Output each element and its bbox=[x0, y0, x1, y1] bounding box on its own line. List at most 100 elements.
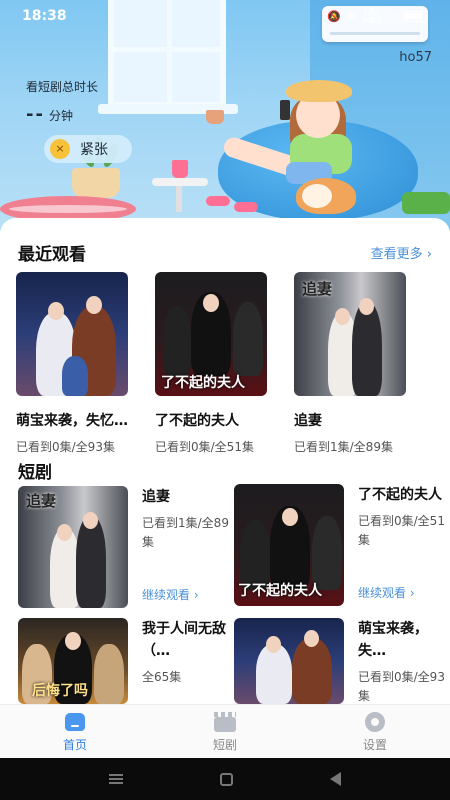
battery-icon bbox=[404, 10, 428, 22]
poster-title-text: 后悔了吗 bbox=[32, 683, 88, 699]
side-table-leg bbox=[176, 186, 182, 212]
drama-poster: 了不起的夫人 bbox=[234, 484, 344, 606]
drama-poster: 了不起的夫人 bbox=[155, 272, 267, 396]
poster-face bbox=[83, 512, 98, 529]
drama-info: 追妻 已看到1集/全89集 bbox=[142, 486, 232, 552]
recent-item-progress: 已看到1集/全89集 bbox=[294, 440, 393, 454]
recent-item-progress: 已看到0集/全93集 bbox=[16, 440, 115, 454]
recent-section-title: 最近观看 bbox=[18, 245, 86, 265]
drama-title: 我于人间无敌（… bbox=[142, 621, 226, 659]
poster-title-text: 追妻 bbox=[26, 492, 57, 510]
watch-time-value: -- 分钟 bbox=[26, 104, 73, 125]
poster-face bbox=[203, 294, 219, 312]
drama-section-header: 短剧 bbox=[18, 458, 432, 483]
poster-figure bbox=[94, 644, 124, 704]
recent-item-title: 追妻 bbox=[294, 413, 322, 429]
mood-chip[interactable]: × 紧张 bbox=[44, 135, 132, 163]
poster-figure bbox=[62, 356, 88, 396]
drama-progress: 已看到0集/全93集 bbox=[358, 670, 445, 703]
home-button-icon[interactable] bbox=[219, 772, 233, 786]
drama-section-title: 短剧 bbox=[18, 463, 52, 483]
clapperboard-icon bbox=[212, 711, 238, 733]
nervous-face-icon: × bbox=[50, 139, 70, 159]
poster-face bbox=[335, 308, 350, 325]
shoe-illustration bbox=[234, 202, 258, 212]
drama-progress: 全65集 bbox=[142, 670, 182, 684]
poster-face bbox=[65, 632, 81, 650]
watch-time-number: -- bbox=[26, 104, 45, 125]
network-speed: 3.50 MB/S bbox=[362, 7, 383, 25]
drama-item[interactable]: 后悔了吗 我于人间无敌（… 全65集 bbox=[18, 618, 234, 704]
drama-info: 了不起的夫人 已看到0集/全51集 bbox=[358, 484, 448, 550]
mood-label: 紧张 bbox=[80, 142, 108, 158]
main-content: 最近观看 查看更多 › 萌宝来袭，失忆… 已看到0集/全93集 了不起的夫人 了… bbox=[0, 218, 450, 704]
poster-title-text: 了不起的夫人 bbox=[238, 583, 322, 599]
status-time: 18:38 bbox=[22, 8, 67, 24]
dog-face bbox=[302, 184, 332, 208]
drama-item[interactable]: 萌宝来袭，失… 已看到0集/全93集 bbox=[234, 618, 450, 704]
poster-figure bbox=[312, 516, 342, 590]
recent-item-title: 了不起的夫人 bbox=[155, 413, 239, 429]
shoe-illustration bbox=[206, 196, 230, 206]
bottom-tab-bar: 首页 短剧 设置 bbox=[0, 704, 450, 758]
back-icon[interactable] bbox=[330, 772, 342, 786]
drama-poster: 追妻 bbox=[18, 486, 128, 608]
drama-progress: 已看到1集/全89集 bbox=[142, 516, 229, 549]
poster-title-text: 了不起的夫人 bbox=[161, 375, 245, 391]
tab-home[interactable]: 首页 bbox=[0, 705, 150, 758]
poster-face bbox=[48, 302, 64, 320]
poster-face bbox=[359, 298, 374, 315]
poster-face bbox=[304, 630, 319, 647]
drama-title: 了不起的夫人 bbox=[358, 487, 442, 503]
tab-label: 首页 bbox=[62, 737, 87, 752]
watch-time-unit: 分钟 bbox=[48, 109, 73, 123]
poster-title-text: 追妻 bbox=[302, 280, 333, 298]
recent-section-header: 最近观看 查看更多 › bbox=[18, 240, 432, 265]
shelf-illustration bbox=[402, 192, 450, 214]
side-table-illustration bbox=[152, 178, 208, 186]
poster-face bbox=[266, 636, 281, 653]
recent-item[interactable]: 了不起的夫人 了不起的夫人 已看到0集/全51集 bbox=[155, 272, 285, 455]
recent-item-title: 萌宝来袭，失忆… bbox=[16, 413, 128, 429]
girl-hat bbox=[286, 80, 352, 102]
gear-icon bbox=[362, 711, 388, 733]
wifi-icon: ◠ bbox=[388, 9, 398, 23]
drama-item[interactable]: 了不起的夫人 了不起的夫人 已看到0集/全51集 继续观看 › bbox=[234, 484, 450, 610]
bluetooth-icon: ✱ bbox=[347, 9, 357, 23]
status-icons: 🔕 ✱ 3.50 MB/S ◠ bbox=[327, 7, 428, 25]
poster-figure bbox=[163, 306, 191, 376]
drama-info: 萌宝来袭，失… 已看到0集/全93集 bbox=[358, 618, 448, 704]
home-icon bbox=[62, 711, 88, 733]
drama-title: 追妻 bbox=[142, 489, 170, 505]
poster-figure bbox=[76, 516, 106, 608]
status-bar: 18:38 🔕 ✱ 3.50 MB/S ◠ bbox=[0, 0, 450, 32]
tab-label: 设置 bbox=[362, 737, 387, 752]
recent-apps-icon[interactable] bbox=[108, 774, 123, 784]
drama-progress: 已看到0集/全51集 bbox=[358, 514, 445, 547]
continue-watching-link[interactable]: 继续观看 › bbox=[142, 586, 199, 603]
user-id: ho57 bbox=[399, 50, 432, 65]
small-plant-illustration bbox=[206, 110, 224, 124]
system-nav-bar bbox=[0, 758, 450, 800]
poster-face bbox=[282, 508, 298, 526]
continue-watching-link[interactable]: 继续观看 › bbox=[358, 584, 415, 601]
tab-dramas[interactable]: 短剧 bbox=[150, 705, 300, 758]
drama-poster bbox=[234, 618, 344, 704]
drama-poster: 后悔了吗 bbox=[18, 618, 128, 704]
tab-label: 短剧 bbox=[212, 737, 237, 752]
poster-figure bbox=[233, 302, 263, 376]
watch-time-label: 看短剧总时长 bbox=[26, 80, 99, 94]
tab-settings[interactable]: 设置 bbox=[300, 705, 450, 758]
recent-item[interactable]: 萌宝来袭，失忆… 已看到0集/全93集 bbox=[16, 272, 146, 455]
drink-illustration bbox=[172, 160, 188, 178]
see-more-link[interactable]: 查看更多 › bbox=[371, 243, 432, 262]
phone-illustration bbox=[280, 100, 290, 120]
drama-poster: 追妻 bbox=[294, 272, 406, 396]
recent-item[interactable]: 追妻 追妻 已看到1集/全89集 bbox=[294, 272, 424, 455]
poster-figure bbox=[292, 638, 332, 704]
mute-icon: 🔕 bbox=[327, 9, 341, 23]
drama-item[interactable]: 追妻 追妻 已看到1集/全89集 继续观看 › bbox=[18, 486, 234, 612]
drama-title: 萌宝来袭，失… bbox=[358, 621, 428, 659]
recent-item-progress: 已看到0集/全51集 bbox=[155, 440, 254, 454]
drama-info: 我于人间无敌（… 全65集 bbox=[142, 618, 232, 687]
